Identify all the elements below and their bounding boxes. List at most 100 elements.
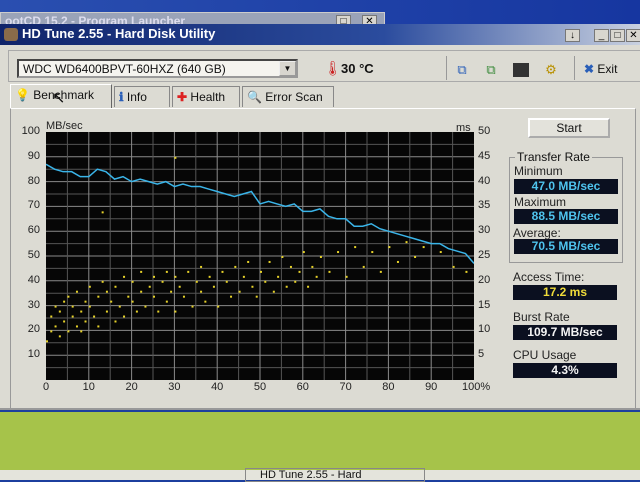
left-tick-label: 30 <box>27 298 40 311</box>
access-time-point <box>63 300 66 303</box>
left-axis-label: MB/sec <box>46 120 83 132</box>
x-tick-label: 90 <box>425 381 438 393</box>
access-time-point <box>422 246 425 249</box>
access-time-point <box>123 275 126 278</box>
access-time-point <box>182 295 185 298</box>
copy-icon[interactable]: ⧉ <box>453 62 471 78</box>
right-tick-label: 35 <box>478 199 491 212</box>
right-tick-label: 25 <box>478 249 491 261</box>
access-time-point <box>452 265 455 268</box>
left-tick-label: 40 <box>27 273 40 286</box>
x-tick-label: 80 <box>382 381 395 393</box>
left-tick-label: 50 <box>27 249 40 261</box>
access-time-point <box>75 290 78 293</box>
access-time-point <box>371 251 374 254</box>
access-time-point <box>396 260 399 263</box>
chart-plot <box>45 132 475 380</box>
access-time-point <box>221 270 224 273</box>
access-time-point <box>251 285 254 288</box>
right-tick-label: 10 <box>478 323 491 336</box>
save-icon[interactable]: ⧉ <box>482 62 500 78</box>
access-time-point <box>200 290 203 293</box>
access-time-point <box>174 156 177 159</box>
access-time-point <box>289 265 292 268</box>
screenshot-icon[interactable] <box>513 63 529 77</box>
tab-label: Health <box>190 90 226 104</box>
tray-button[interactable]: ↓ <box>565 29 580 42</box>
access-time-point <box>414 256 417 258</box>
access-time-point <box>174 310 177 313</box>
maximize-button[interactable]: □ <box>610 29 625 42</box>
access-time-point <box>311 265 314 268</box>
info-icon: ℹ <box>119 90 124 104</box>
access-time-point <box>148 285 151 288</box>
thermometer-icon: 🌡 <box>324 60 342 76</box>
access-time-point <box>298 270 301 273</box>
left-tick-label: 10 <box>27 348 40 361</box>
access-time-point <box>388 246 391 249</box>
access-time-point <box>277 275 280 278</box>
access-time-point <box>268 260 271 263</box>
close-button[interactable]: ✕ <box>626 29 640 42</box>
x-tick-label: 60 <box>296 381 309 393</box>
access-time-point <box>345 275 348 278</box>
minimize-button[interactable]: _ <box>594 29 609 42</box>
access-time-point <box>50 330 53 333</box>
drive-select[interactable]: WDC WD6400BPVT-60HXZ (640 GB) <box>17 59 298 78</box>
app-icon <box>4 28 18 41</box>
x-tick-label: 30 <box>168 381 181 393</box>
access-time-point <box>93 315 96 318</box>
access-time-point <box>354 246 357 249</box>
cpu-usage-value: 4.3% <box>513 363 617 378</box>
access-time-point <box>217 305 220 308</box>
x-tick-label: 50 <box>253 381 267 393</box>
benchmark-chart <box>45 132 475 380</box>
right-tick-label: 30 <box>478 224 491 237</box>
start-button[interactable]: Start <box>528 118 610 138</box>
access-time-point <box>161 280 164 283</box>
access-time-point <box>170 290 173 293</box>
access-time-point <box>80 330 83 333</box>
x-tick-label: 10 <box>82 381 95 393</box>
access-time-point <box>71 305 74 308</box>
access-time-point <box>281 256 284 258</box>
access-time-point <box>97 295 100 298</box>
left-tick-label: 100 <box>21 125 40 137</box>
maximum-label: Maximum <box>514 195 567 209</box>
chevron-down-icon[interactable]: ▼ <box>279 61 296 76</box>
options-icon[interactable]: ⚙ <box>542 62 560 78</box>
access-time-point <box>178 285 181 288</box>
x-tick-label: 70 <box>339 381 352 393</box>
access-time-point <box>255 295 258 298</box>
exit-button[interactable]: ✖ Exit <box>584 62 617 76</box>
exit-icon: ✖ <box>584 62 595 76</box>
access-time-point <box>105 310 108 313</box>
access-time-point <box>405 241 408 244</box>
access-time-point <box>80 310 83 313</box>
access-time-point <box>140 270 143 273</box>
access-time-point <box>84 300 87 303</box>
access-time-point <box>238 290 241 293</box>
tab-info[interactable]: ℹ Info <box>114 86 170 107</box>
access-time-point <box>157 310 160 313</box>
access-time-point <box>131 280 134 283</box>
right-tick-label: 50 <box>478 125 491 137</box>
tab-label: Error Scan <box>265 90 323 104</box>
mouse-cursor-icon: ↖ <box>52 90 66 107</box>
access-time-point <box>127 295 130 298</box>
access-time-point <box>174 275 177 278</box>
access-time-point <box>54 325 57 328</box>
access-time-point <box>131 300 134 303</box>
exit-label: Exit <box>597 62 618 76</box>
access-time-point <box>165 270 168 273</box>
access-time-point <box>153 295 155 298</box>
access-time-point <box>46 340 48 343</box>
tab-health[interactable]: ✚ Health <box>172 86 240 107</box>
left-tick-label: 60 <box>27 224 40 237</box>
access-time-label: Access Time: <box>513 270 585 284</box>
access-time-point <box>234 265 237 268</box>
burst-rate-label: Burst Rate <box>513 310 570 324</box>
access-time-point <box>58 310 61 313</box>
access-time-point <box>114 285 117 288</box>
tab-error-scan[interactable]: 🔍 Error Scan <box>242 86 334 107</box>
